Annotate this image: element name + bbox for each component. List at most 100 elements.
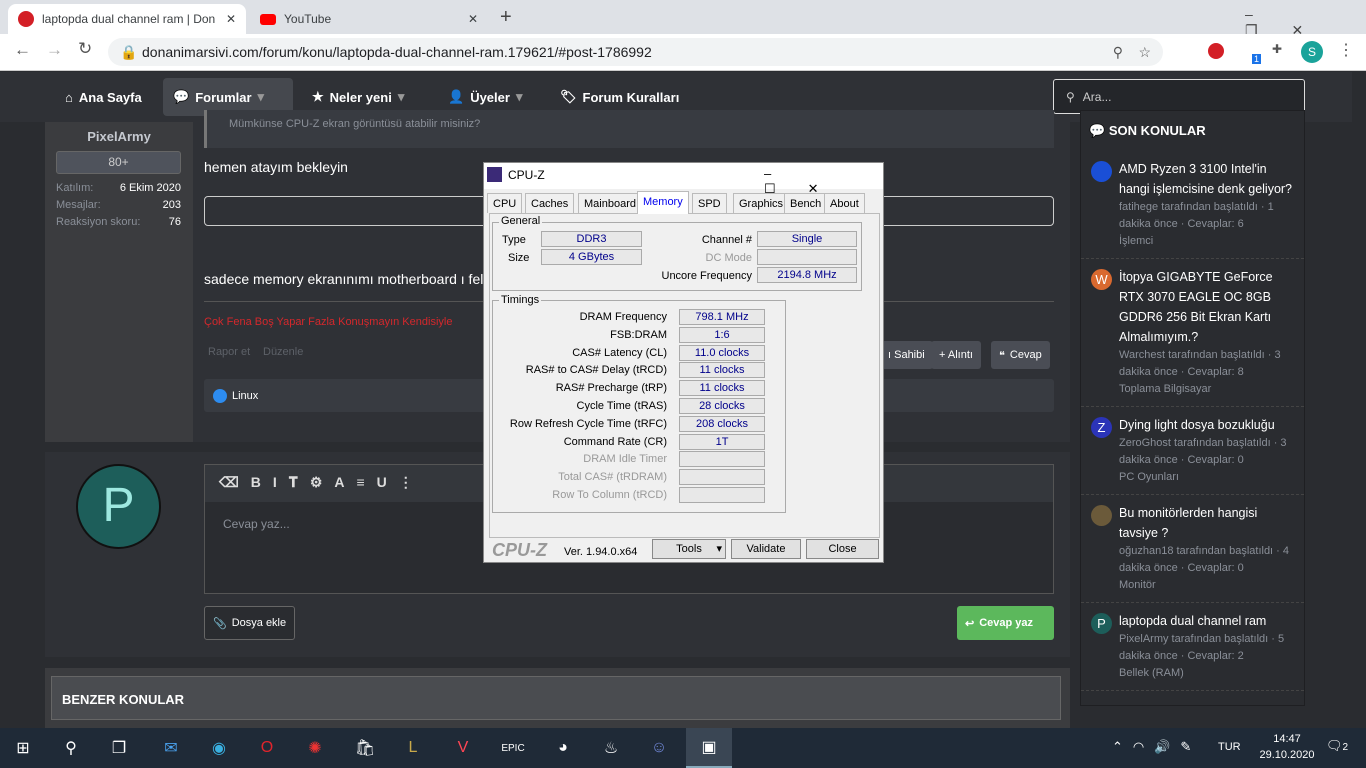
rank-badge: 80+ (56, 151, 181, 174)
opera-extension-icon[interactable] (1208, 43, 1224, 59)
edge-icon[interactable]: ◉ (196, 728, 242, 768)
epic-games-icon[interactable]: EPIC (490, 728, 536, 768)
search-input[interactable]: ⚲ Ara... (1053, 79, 1305, 114)
search-icon[interactable]: ⚲ (48, 728, 94, 768)
task-view-icon[interactable]: ❐ (96, 728, 142, 768)
topic-meta: PixelArmy tarafından başlatıldı · 5 daki… (1119, 633, 1285, 662)
steam-icon[interactable]: ♨ (588, 728, 634, 768)
new-tab-button[interactable]: + (500, 6, 512, 29)
topic-meta: fatihege tarafından başlatıldı · 1 dakik… (1119, 201, 1274, 230)
avatar: Z (1091, 417, 1112, 438)
owner-button[interactable]: ı Sahibi (880, 341, 933, 369)
notifications-icon[interactable]: 🗨2 (1326, 738, 1348, 754)
avatar: P (76, 464, 161, 549)
topic-title[interactable]: AMD Ryzen 3 3100 Intel'in hangi işlemcis… (1119, 159, 1294, 199)
chrome-icon[interactable]: ◕ (540, 728, 586, 768)
timing-value: 798.1 MHz (679, 309, 765, 325)
cpuz-tab-mainboard[interactable]: Mainboard (578, 193, 642, 213)
topic-category[interactable]: PC Oyunları (1119, 469, 1294, 486)
timing-value (679, 487, 765, 503)
cpuz-titlebar: CPU-Z –☐✕ (484, 163, 883, 196)
cpuz-tab-about[interactable]: About (824, 193, 865, 213)
clock-time[interactable]: 14:47 (1262, 733, 1312, 745)
validate-button[interactable]: Validate (731, 539, 801, 559)
reload-icon[interactable]: ↻ (78, 39, 92, 59)
back-icon[interactable]: ← (14, 40, 31, 60)
topic-category[interactable]: Monitör (1119, 577, 1294, 594)
cpuz-tab-spd[interactable]: SPD (692, 193, 727, 213)
store-icon[interactable]: 🛍 (342, 728, 388, 768)
tools-button[interactable]: Tools ▾ (652, 539, 726, 559)
language-indicator[interactable]: TUR (1218, 741, 1241, 753)
topic-title[interactable]: Dying light dosya bozukluğu (1119, 415, 1294, 435)
recent-topic-item[interactable]: Z Dying light dosya bozukluğu ZeroGhost … (1081, 407, 1304, 495)
quote-icon: ❝ (999, 349, 1005, 362)
star-icon: ★ (312, 89, 324, 104)
timing-label: Command Rate (CR) (563, 435, 667, 448)
memory-size-field: 4 GBytes (541, 249, 642, 265)
opera-favicon-icon (18, 11, 34, 27)
recent-topic-item[interactable]: W İtopya GIGABYTE GeForce RTX 3070 EAGLE… (1081, 259, 1304, 407)
reply-button[interactable]: ❝ Cevap (991, 341, 1050, 369)
opera-icon[interactable]: O (244, 728, 290, 768)
similar-topics: BENZER KONULAR (45, 668, 1070, 728)
topic-meta: Warchest tarafından başlatıldı · 3 dakik… (1119, 349, 1281, 378)
valorant-icon[interactable]: V (440, 728, 486, 768)
league-icon[interactable]: L (390, 728, 436, 768)
topic-category[interactable]: Bellek (RAM) (1119, 665, 1294, 682)
cpuz-tab-caches[interactable]: Caches (525, 193, 575, 213)
menu-icon[interactable]: ⋮ (1338, 40, 1354, 60)
mail-icon[interactable]: ✉ (148, 728, 194, 768)
submit-reply-button[interactable]: ↩ Cevap yaz (957, 606, 1054, 640)
cpuz-tab-bench[interactable]: Bench (784, 193, 828, 213)
bookmark-star-icon[interactable]: ☆ (1138, 44, 1151, 61)
attach-file-button[interactable]: 📎 Dosya ekle (204, 606, 296, 640)
topic-category[interactable]: Toplama Bilgisayar (1119, 381, 1294, 398)
topic-category[interactable]: İşlemci (1119, 233, 1294, 250)
profile-avatar[interactable]: S (1301, 41, 1323, 63)
tab-youtube[interactable]: YouTube ✕ (250, 4, 488, 34)
timing-value: 1T (679, 433, 765, 450)
url-bar[interactable]: 🔒 donanimarsivi.com/forum/konu/laptopda-d… (108, 38, 1163, 66)
timing-value (679, 451, 765, 468)
report-link[interactable]: Rapor et (208, 346, 250, 358)
start-icon[interactable]: ⊞ (0, 728, 46, 768)
close-tab-icon[interactable]: ✕ (468, 12, 478, 26)
quote-button[interactable]: + Alıntı (931, 341, 981, 369)
nav-home[interactable]: ⌂ Ana Sayfa (55, 78, 152, 116)
close-tab-icon[interactable]: ✕ (226, 12, 236, 26)
uncore-frequency-field: 2194.8 MHz (757, 267, 857, 283)
recent-topic-item[interactable]: Bu monitörlerden hangisi tavsiye ? oğuzh… (1081, 495, 1304, 603)
recent-topic-item[interactable]: AMD Ryzen 3 3100 Intel'in hangi işlemcis… (1081, 151, 1304, 259)
timing-label: Row To Column (tRCD) (552, 489, 667, 501)
topic-title[interactable]: İtopya GIGABYTE GeForce RTX 3070 EAGLE O… (1119, 267, 1294, 347)
topic-title[interactable]: laptopda dual channel ram (1119, 611, 1294, 631)
tray-icons[interactable]: ⌃◠🔊✎ (1112, 739, 1201, 755)
edit-link[interactable]: Düzenle (263, 346, 303, 358)
timing-value (679, 469, 765, 486)
gaming-app-icon[interactable]: ✺ (292, 728, 338, 768)
cpuz-tab-cpu[interactable]: CPU (487, 193, 523, 213)
timing-label: Row Refresh Cycle Time (tRFC) (509, 417, 667, 430)
timing-label: DRAM Frequency (579, 311, 667, 323)
timing-value: 11 clocks (679, 362, 765, 379)
reply-input[interactable]: Cevap yaz... (223, 517, 290, 531)
recent-topic-item[interactable]: P laptopda dual channel ram PixelArmy ta… (1081, 603, 1304, 691)
dc-mode-field (757, 249, 857, 265)
home-icon: ⌂ (65, 89, 73, 105)
sidebar-title: 💬 SON KONULAR (1089, 123, 1206, 138)
discord-icon[interactable]: ☺ (636, 728, 682, 768)
cpuz-tab-graphics[interactable]: Graphics (733, 193, 790, 213)
cpuz-tab-memory[interactable]: Memory (637, 191, 689, 214)
signature: Çok Fena Boş Yapar Fazla Konuşmayın Kend… (204, 316, 453, 328)
username[interactable]: PixelArmy (45, 129, 193, 144)
cpuz-taskbar-icon[interactable]: ▣ (686, 728, 732, 768)
topic-title[interactable]: Bu monitörlerden hangisi tavsiye ? (1119, 503, 1294, 543)
close-button[interactable]: Close (806, 539, 879, 559)
zoom-icon[interactable]: ⚲ (1113, 44, 1123, 61)
tab-donanimarsivi[interactable]: laptopda dual channel ram | Don ✕ (8, 4, 246, 34)
extensions-puzzle-icon[interactable]: ✚ (1272, 42, 1282, 56)
topic-meta: oğuzhan18 tarafından başlatıldı · 4 daki… (1119, 545, 1290, 574)
clock-date[interactable]: 29.10.2020 (1252, 749, 1322, 761)
forward-icon[interactable]: → (46, 40, 63, 60)
